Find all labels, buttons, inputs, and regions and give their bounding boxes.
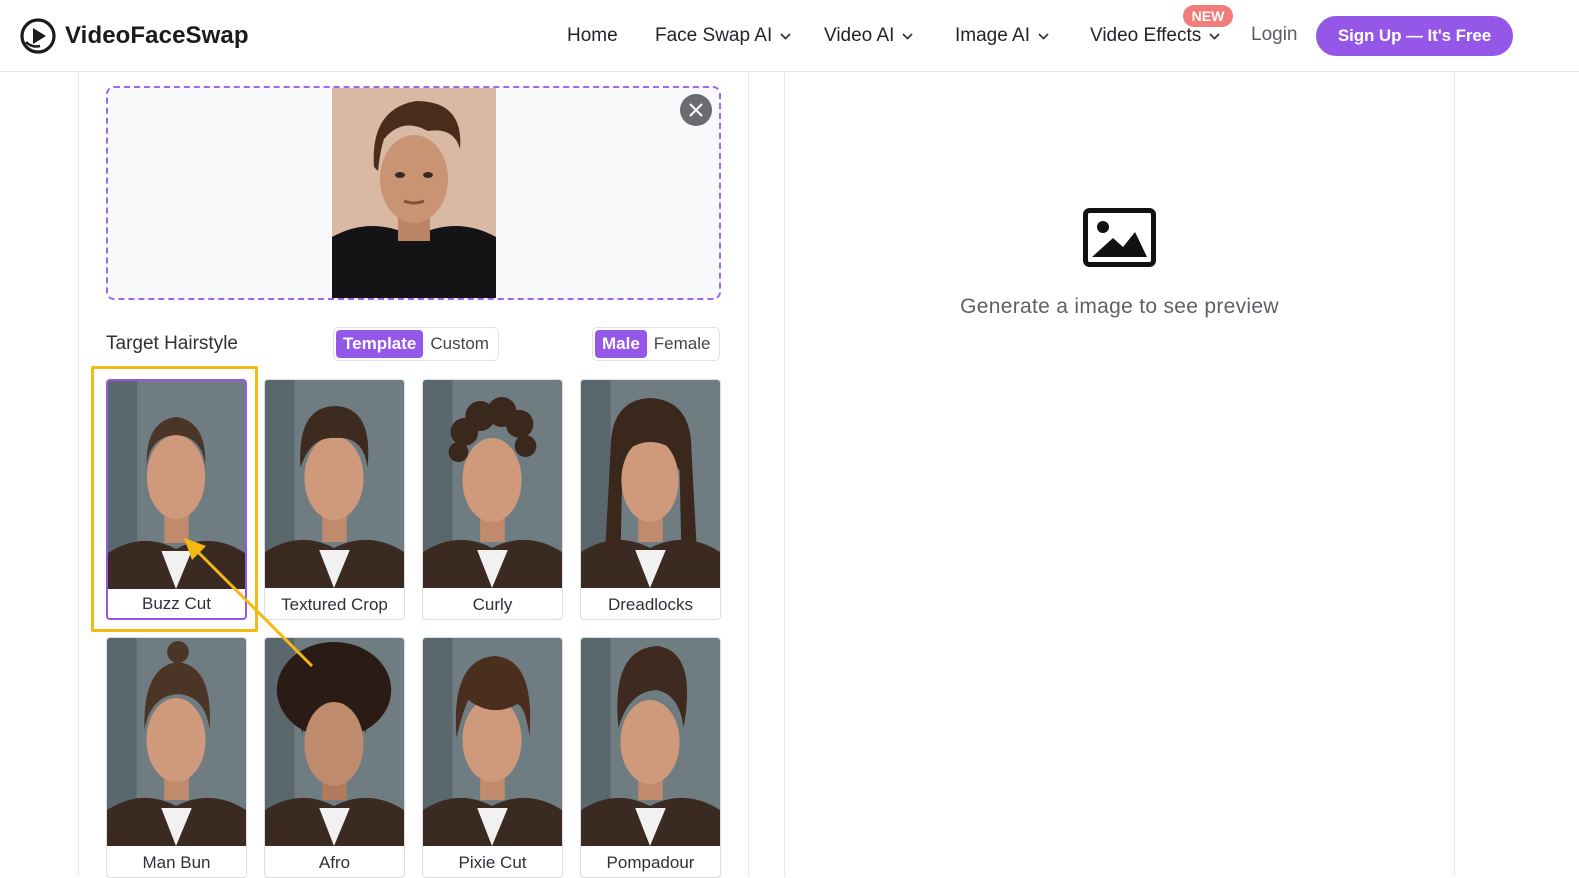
hairstyle-label: Curly — [472, 595, 513, 614]
chevron-down-icon — [902, 32, 914, 40]
afro-thumbnail — [265, 638, 404, 846]
preview-panel — [784, 72, 1455, 877]
chevron-down-icon — [780, 32, 791, 40]
nav-video-effects[interactable]: Video Effects — [1090, 24, 1220, 48]
upload-dropzone[interactable] — [106, 86, 721, 300]
nav-video-ai-label: Video AI — [824, 25, 895, 46]
hairstyle-card-pixie-cut[interactable]: Pixie Cut — [422, 637, 563, 878]
gender-toggle: Male Female — [592, 327, 721, 361]
close-icon — [689, 103, 703, 117]
tab-male[interactable]: Male — [595, 330, 647, 358]
hairstyle-card-curly[interactable]: Curly — [422, 379, 563, 620]
buzz-cut-thumbnail — [108, 381, 245, 589]
image-placeholder-icon — [1083, 208, 1156, 267]
brand-logo[interactable]: VideoFaceSwap — [20, 18, 249, 54]
hairstyle-card-afro[interactable]: Afro — [264, 637, 405, 878]
signup-button[interactable]: Sign Up — It's Free — [1316, 16, 1513, 56]
login-link[interactable]: Login — [1251, 24, 1298, 46]
hairstyle-label: Pixie Cut — [458, 853, 527, 872]
hairstyle-card-pompadour[interactable]: Pompadour — [580, 637, 721, 878]
tab-custom[interactable]: Custom — [423, 330, 496, 358]
nav-video-ai[interactable]: Video AI — [824, 24, 914, 48]
nav-home[interactable]: Home — [567, 24, 618, 48]
chevron-down-icon — [1209, 32, 1220, 40]
hairstyle-label: Dreadlocks — [607, 595, 694, 614]
nav-video-effects-label: Video Effects — [1090, 25, 1202, 46]
nav-image-ai[interactable]: Image AI — [955, 24, 1049, 48]
man-bun-thumbnail — [107, 638, 246, 846]
tab-female[interactable]: Female — [647, 330, 718, 358]
tab-template[interactable]: Template — [336, 330, 424, 358]
remove-image-button[interactable] — [680, 94, 712, 126]
curly-thumbnail — [423, 380, 562, 588]
nav-image-ai-label: Image AI — [955, 25, 1030, 46]
brand-name: VideoFaceSwap — [65, 22, 249, 49]
uploaded-portrait-image — [332, 88, 496, 298]
textured-crop-thumbnail — [265, 380, 404, 588]
preview-placeholder-text: Generate a image to see preview — [960, 295, 1279, 318]
nav-face-swap-ai-label: Face Swap AI — [655, 25, 773, 46]
hairstyle-label: Afro — [318, 853, 351, 872]
brand-logo-icon — [20, 18, 56, 54]
hairstyle-label: Buzz Cut — [142, 594, 211, 613]
nav-face-swap-ai[interactable]: Face Swap AI — [655, 24, 791, 48]
chevron-down-icon — [1038, 32, 1049, 40]
hairstyle-card-man-bun[interactable]: Man Bun — [106, 637, 247, 878]
pixie-cut-thumbnail — [423, 638, 562, 846]
hairstyle-label: Man Bun — [142, 853, 211, 872]
nav-home-label: Home — [567, 25, 618, 46]
mode-toggle: Template Custom — [333, 327, 499, 361]
dreadlocks-thumbnail — [581, 380, 720, 588]
hairstyle-card-textured-crop[interactable]: Textured Crop — [264, 379, 405, 620]
hairstyle-label: Textured Crop — [281, 595, 388, 614]
top-header: VideoFaceSwap Home Face Swap AI Video AI… — [0, 0, 1579, 72]
hairstyle-card-dreadlocks[interactable]: Dreadlocks — [580, 379, 721, 620]
hairstyle-card-buzz-cut[interactable]: Buzz Cut — [106, 379, 247, 620]
target-hairstyle-label: Target Hairstyle — [106, 333, 238, 354]
hairstyle-label: Pompadour — [606, 853, 695, 872]
new-badge: NEW — [1183, 5, 1233, 27]
pompadour-thumbnail — [581, 638, 720, 846]
